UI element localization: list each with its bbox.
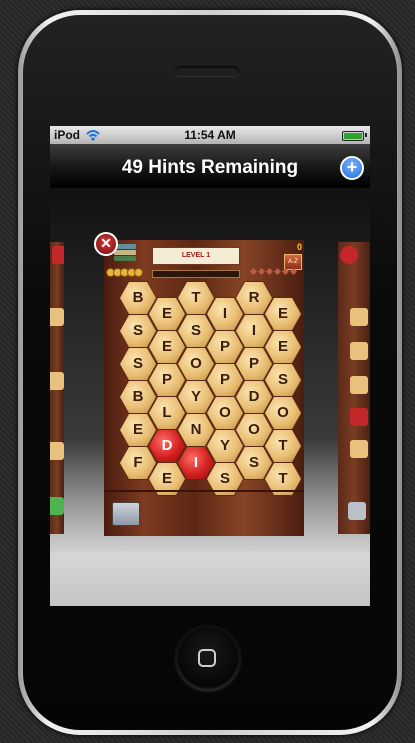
clock: 11:54 AM	[184, 128, 236, 142]
prev-page-preview[interactable]	[50, 242, 64, 534]
preview-tile	[350, 308, 368, 326]
preview-tile	[52, 246, 64, 264]
close-button[interactable]: ✕	[94, 232, 118, 256]
preview-close-icon	[340, 246, 358, 264]
preview-tile	[50, 308, 64, 326]
letter-board: BETIRESESPIESPOPPSBLYODOEDNYOTFEISST	[104, 281, 304, 496]
level-label: LEVEL 1	[152, 247, 240, 265]
page-title: 49 Hints Remaining	[121, 157, 299, 178]
preview-tile	[50, 372, 64, 390]
add-button[interactable]: +	[340, 156, 364, 180]
shuffle-tiles-icon[interactable]	[112, 502, 140, 526]
level-progress-bar	[152, 270, 240, 278]
game-thumbnail[interactable]: LEVEL 1 0 A-Z BETIRESESPIESPOPPSBLYODOED…	[104, 240, 304, 536]
navigation-bar: 49 Hints Remaining +	[50, 144, 370, 188]
gems-icon	[249, 267, 299, 276]
preview-button	[348, 502, 366, 520]
game-header: LEVEL 1 0 A-Z	[104, 240, 304, 286]
preview-tile	[350, 440, 368, 458]
game-footer	[104, 490, 304, 538]
home-square-icon	[198, 649, 216, 667]
coins-icon	[106, 268, 143, 277]
screen: iPod 11:54 AM 49 Hints Remaining + LEVEL…	[50, 126, 370, 606]
battery-icon	[342, 131, 364, 141]
plus-circle-icon: +	[346, 157, 358, 177]
preview-tile	[350, 342, 368, 360]
battery-tip	[365, 133, 367, 137]
preview-tile	[350, 408, 368, 426]
status-bar: iPod 11:54 AM	[50, 126, 370, 144]
earpiece-speaker	[175, 66, 239, 76]
next-page-preview[interactable]	[338, 242, 370, 534]
close-icon: ✕	[100, 235, 112, 251]
preview-button	[50, 497, 64, 515]
score: 0	[297, 242, 303, 252]
preview-tile	[50, 442, 64, 460]
preview-tile	[350, 376, 368, 394]
